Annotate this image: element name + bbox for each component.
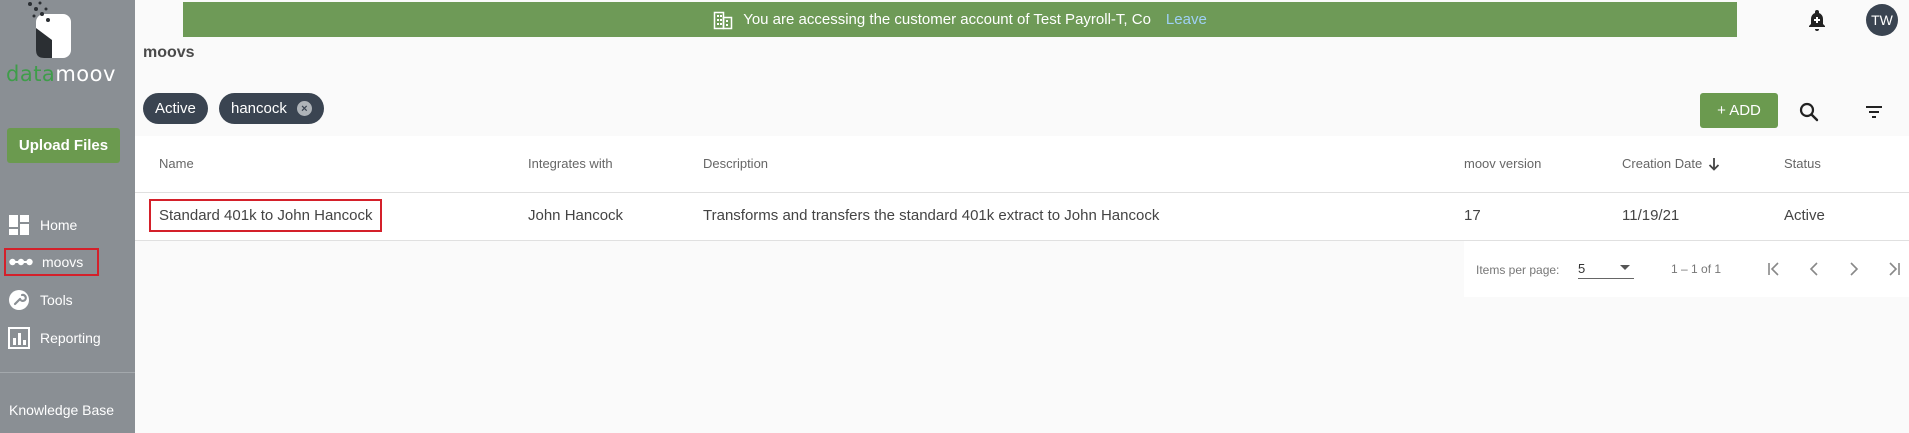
column-header-description[interactable]: Description: [703, 156, 768, 171]
knowledge-base-link[interactable]: Knowledge Base: [9, 402, 114, 418]
row-version: 17: [1464, 207, 1481, 224]
chevron-down-icon: [1620, 265, 1630, 270]
column-header-version[interactable]: moov version: [1464, 156, 1541, 171]
chip-label: hancock: [231, 100, 287, 117]
impersonation-banner: You are accessing the customer account o…: [183, 2, 1737, 37]
dots-icon: [9, 250, 33, 274]
bar-chart-icon: [7, 326, 31, 350]
last-page-icon[interactable]: [1882, 257, 1906, 281]
sidebar-item-label: Reporting: [40, 330, 101, 346]
sidebar-item-tools[interactable]: Tools: [7, 286, 73, 314]
paginator: Items per page: 5 1 – 1 of 1: [1464, 241, 1909, 297]
page-range-label: 1 – 1 of 1: [1671, 262, 1722, 276]
filter-chip-active[interactable]: Active: [143, 93, 208, 124]
sidebar-divider: [0, 372, 135, 373]
previous-page-icon[interactable]: [1802, 257, 1826, 281]
chip-label: Active: [155, 100, 196, 117]
items-per-page-select[interactable]: 5: [1578, 261, 1634, 279]
row-integrates: John Hancock: [528, 207, 624, 224]
sidebar-item-reporting[interactable]: Reporting: [7, 324, 101, 352]
logo-mark-icon: [28, 1, 71, 58]
sidebar: datamoov Upload Files Home moovs Tools R…: [0, 0, 135, 433]
row-creation-date: 11/19/21: [1622, 207, 1680, 224]
wrench-icon: [7, 288, 31, 312]
banner-message: You are accessing the customer account o…: [743, 11, 1151, 28]
upload-files-button[interactable]: Upload Files: [7, 128, 120, 163]
table-row[interactable]: Standard 401k to John Hancock John Hanco…: [135, 193, 1909, 241]
column-header-creation-date[interactable]: Creation Date: [1622, 156, 1720, 171]
row-description: Transforms and transfers the standard 40…: [703, 207, 1160, 224]
sidebar-item-home[interactable]: Home: [7, 211, 77, 239]
logo-word-green: data: [6, 62, 56, 86]
dashboard-icon: [7, 213, 31, 237]
row-status: Active: [1784, 207, 1825, 224]
next-page-icon[interactable]: [1842, 257, 1866, 281]
add-button[interactable]: + ADD: [1700, 93, 1778, 128]
notification-bell-icon[interactable]: [1805, 8, 1829, 32]
table-header: Name Integrates with Description moov ve…: [135, 136, 1909, 193]
search-icon[interactable]: [1797, 100, 1821, 124]
column-header-name[interactable]: Name: [159, 156, 194, 171]
items-per-page-value: 5: [1578, 261, 1586, 276]
logo-word-white: moov: [55, 62, 116, 86]
sidebar-item-label: Home: [40, 217, 78, 233]
column-header-integrates[interactable]: Integrates with: [528, 156, 613, 171]
sidebar-item-label: Tools: [40, 292, 73, 308]
column-header-status[interactable]: Status: [1784, 156, 1821, 171]
arrow-down-icon: [1708, 157, 1720, 171]
first-page-icon[interactable]: [1762, 257, 1786, 281]
logo-wordmark: datamoov: [6, 62, 116, 86]
filter-chip-hancock[interactable]: hancock ×: [219, 93, 324, 124]
leave-link[interactable]: Leave: [1166, 11, 1207, 28]
page-title: moovs: [143, 44, 195, 61]
row-name[interactable]: Standard 401k to John Hancock: [149, 199, 383, 232]
sidebar-item-label: moovs: [42, 254, 84, 270]
building-icon: [713, 10, 733, 30]
column-header-label: Creation Date: [1622, 156, 1703, 171]
items-per-page-label: Items per page:: [1476, 263, 1560, 277]
logo[interactable]: datamoov: [0, 0, 135, 90]
user-avatar[interactable]: TW: [1866, 4, 1898, 36]
filter-icon[interactable]: [1862, 100, 1886, 124]
moovs-table: Name Integrates with Description moov ve…: [135, 136, 1909, 241]
close-icon[interactable]: ×: [296, 101, 312, 116]
sidebar-item-moovs[interactable]: moovs: [4, 248, 100, 276]
